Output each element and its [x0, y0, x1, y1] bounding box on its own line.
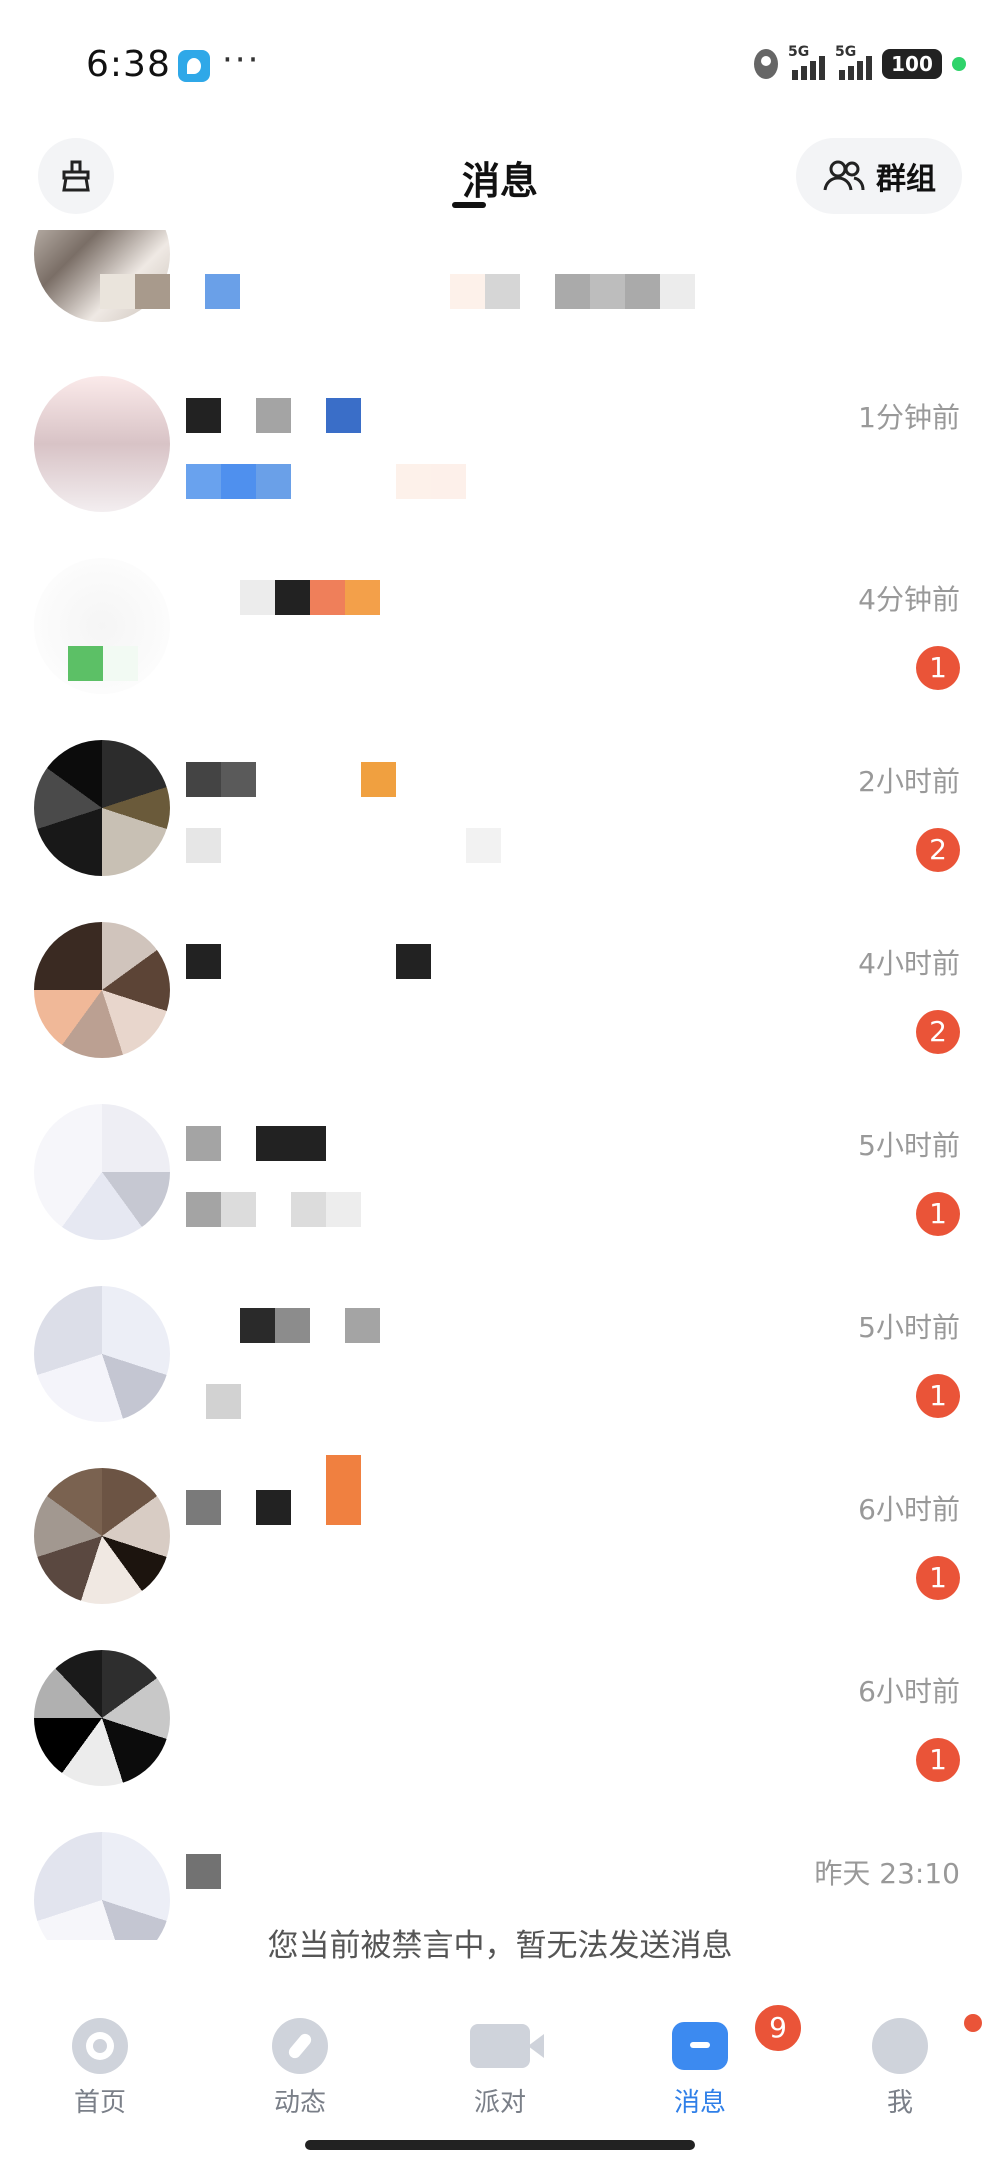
avatar	[34, 1468, 170, 1604]
avatar	[34, 740, 170, 876]
avatar	[34, 1104, 170, 1240]
conversation-time: 4分钟前	[858, 583, 960, 616]
location-icon	[754, 49, 778, 79]
conversation-time: 5小时前	[858, 1129, 960, 1162]
conversation-time: 5小时前	[858, 1311, 960, 1344]
unread-badge: 1	[916, 646, 960, 690]
conversation-list[interactable]: 1分钟前 4分钟前 1 2小时前 2 4小时前 2 5小时前 1 5小时前 1 …	[0, 230, 1000, 1940]
list-item[interactable]: 4分钟前 1	[0, 542, 1000, 712]
app-notification-icon	[178, 50, 210, 82]
unread-badge: 1	[916, 1556, 960, 1600]
privacy-indicator	[952, 57, 966, 71]
unread-badge: 1	[916, 1192, 960, 1236]
message-preview	[100, 274, 695, 310]
home-icon	[72, 2018, 128, 2074]
conversation-time: 4小时前	[858, 947, 960, 980]
unread-badge: 1	[916, 1374, 960, 1418]
avatar	[34, 1286, 170, 1422]
contact-name	[186, 944, 431, 984]
group-label: 群组	[876, 162, 936, 197]
conversation-time: 2小时前	[858, 765, 960, 798]
list-item[interactable]: 5小时前 1	[0, 1088, 1000, 1258]
nav-party[interactable]: 派对	[430, 2018, 570, 2119]
message-preview	[186, 1192, 361, 1228]
list-item[interactable]: 6小时前 1	[0, 1634, 1000, 1804]
message-preview	[186, 464, 466, 500]
status-bar: 6:38 ··· 5G 5G 100	[0, 0, 1000, 120]
conversation-time: 1分钟前	[858, 401, 960, 434]
top-bar: 消息 群组	[0, 130, 1000, 230]
nav-home-label: 首页	[73, 2088, 126, 2118]
title-underline	[452, 202, 486, 208]
group-button[interactable]: 群组	[796, 138, 962, 214]
me-notification-dot	[964, 2014, 982, 2032]
compass-icon	[272, 2018, 328, 2074]
contact-name	[240, 580, 380, 620]
list-item[interactable]: 2小时前 2	[0, 724, 1000, 894]
message-preview	[206, 1384, 241, 1420]
contact-name	[186, 1455, 361, 1530]
battery-indicator: 100	[882, 49, 942, 79]
nav-feed[interactable]: 动态	[230, 2018, 370, 2119]
signal-icon: 5G	[835, 44, 872, 80]
avatar	[34, 1650, 170, 1786]
unread-badge: 2	[916, 828, 960, 872]
conversation-time: 昨天 23:10	[814, 1857, 960, 1890]
nav-messages[interactable]: 9 消息	[630, 2002, 804, 2119]
messages-badge: 9	[752, 2002, 804, 2054]
unread-badge: 2	[916, 1010, 960, 1054]
nav-feed-label: 动态	[273, 2088, 326, 2118]
home-indicator[interactable]	[305, 2140, 695, 2150]
chat-icon: 9	[672, 2002, 804, 2070]
avatar	[34, 922, 170, 1058]
video-icon	[470, 2024, 544, 2068]
conversation-time: 6小时前	[858, 1493, 960, 1526]
nav-me[interactable]: 我	[830, 2014, 982, 2119]
nav-home[interactable]: 首页	[30, 2018, 170, 2119]
list-item[interactable]: 4小时前 2	[0, 906, 1000, 1076]
contact-name	[186, 762, 396, 802]
message-preview	[186, 828, 501, 864]
message-preview	[68, 646, 138, 682]
contact-name	[240, 1308, 380, 1348]
unread-badge: 1	[916, 1738, 960, 1782]
conversation-time: 6小时前	[858, 1675, 960, 1708]
nav-party-label: 派对	[473, 2088, 526, 2118]
more-notifications-icon: ···	[222, 40, 261, 80]
contact-name	[186, 1854, 221, 1894]
list-item[interactable]: 6小时前 1	[0, 1452, 1000, 1622]
list-item[interactable]	[0, 230, 1000, 340]
list-item[interactable]: 1分钟前	[0, 360, 1000, 530]
nav-messages-label: 消息	[673, 2088, 726, 2118]
avatar	[34, 376, 170, 512]
contact-name	[186, 1126, 326, 1166]
nav-me-label: 我	[886, 2088, 913, 2118]
status-time: 6:38	[86, 44, 171, 85]
contact-name	[186, 398, 361, 438]
list-item[interactable]: 5小时前 1	[0, 1270, 1000, 1440]
group-icon	[823, 160, 865, 191]
muted-notice: 您当前被禁言中，暂无法发送消息	[267, 1928, 733, 1964]
system-indicators: 5G 5G 100	[754, 44, 966, 80]
signal-icon: 5G	[788, 44, 825, 80]
profile-icon	[872, 2014, 982, 2074]
